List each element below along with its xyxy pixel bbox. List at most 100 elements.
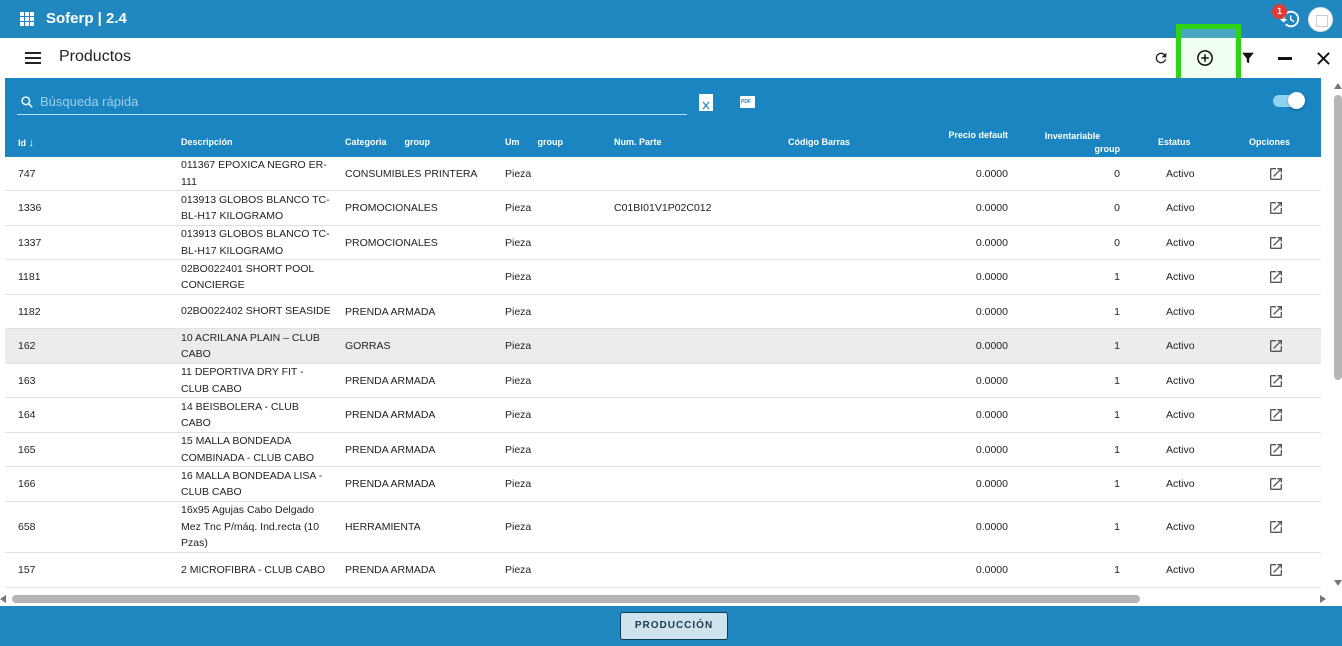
scroll-down-arrow-icon[interactable] bbox=[1334, 580, 1342, 586]
cell-descripcion: 013913 GLOBOS BLANCO TC-BL-H17 KILOGRAMO bbox=[181, 193, 330, 223]
cell-id: 162 bbox=[18, 340, 36, 352]
cell-categoria: CONSUMIBLES PRINTERA bbox=[345, 167, 478, 180]
close-icon bbox=[1316, 51, 1330, 65]
pdf-label: PDF bbox=[741, 99, 751, 105]
cell-um: Pieza bbox=[505, 305, 532, 318]
col-header-num-parte[interactable]: Num. Parte bbox=[614, 137, 662, 147]
cell-descripcion: 16x95 Agujas Cabo Delgado Mez Tnc P/máq.… bbox=[181, 504, 320, 550]
table-row[interactable]: 166 16 MALLA BONDEADA LISA - CLUB CABO P… bbox=[5, 467, 1321, 502]
open-in-new-icon[interactable] bbox=[1268, 364, 1284, 397]
cell-estatus: Activo bbox=[1166, 236, 1195, 249]
pdf-export-icon[interactable]: PDF bbox=[740, 96, 755, 108]
view-toggle[interactable] bbox=[1273, 92, 1305, 109]
minimize-button[interactable] bbox=[1272, 45, 1298, 71]
filter-button[interactable] bbox=[1235, 45, 1261, 71]
open-in-new-icon[interactable] bbox=[1268, 502, 1284, 552]
cell-um: Pieza bbox=[505, 409, 532, 421]
cell-inventariable: 0 bbox=[1114, 236, 1120, 249]
open-in-new-icon[interactable] bbox=[1268, 260, 1284, 294]
cell-inventariable: 1 bbox=[1114, 443, 1120, 456]
cell-um: Pieza bbox=[505, 271, 532, 283]
col-header-inventariable-group: group bbox=[1094, 144, 1121, 154]
add-button[interactable] bbox=[1192, 45, 1218, 71]
open-in-new-icon[interactable] bbox=[1268, 295, 1284, 328]
cell-categoria: PRENDA ARMADA bbox=[345, 409, 436, 421]
open-in-new-icon[interactable] bbox=[1268, 226, 1284, 259]
refresh-button[interactable] bbox=[1148, 45, 1174, 71]
open-in-new-icon[interactable] bbox=[1268, 433, 1284, 466]
cell-um: Pieza bbox=[505, 374, 532, 387]
col-header-opciones: Opciones bbox=[1249, 137, 1291, 147]
table-row[interactable]: 1181 02BO022401 SHORT POOL CONCIERGE Pie… bbox=[5, 260, 1321, 295]
table-row[interactable]: 658 16x95 Agujas Cabo Delgado Mez Tnc P/… bbox=[5, 502, 1321, 553]
filter-icon bbox=[1242, 52, 1254, 64]
table-row[interactable]: 165 15 MALLA BONDEADA COMBINADA - CLUB C… bbox=[5, 433, 1321, 467]
cell-um: Pieza bbox=[505, 202, 532, 214]
col-header-codigo-barras[interactable]: Código Barras bbox=[788, 137, 850, 147]
col-header-precio[interactable]: Precio default bbox=[905, 130, 1008, 140]
table-row[interactable]: 162 10 ACRILANA PLAIN – CLUB CABO GORRAS… bbox=[5, 329, 1321, 364]
table-row[interactable]: 1182 02BO022402 SHORT SEASIDE PRENDA ARM… bbox=[5, 295, 1321, 329]
cell-id: 165 bbox=[18, 443, 36, 456]
cell-id: 163 bbox=[18, 374, 36, 387]
cell-id: 747 bbox=[18, 167, 36, 180]
col-header-id-label: Id bbox=[18, 138, 26, 148]
app-title: Soferp | 2.4 bbox=[46, 10, 127, 27]
cell-estatus: Activo bbox=[1166, 167, 1195, 180]
cell-categoria: PRENDA ARMADA bbox=[345, 564, 436, 576]
open-in-new-icon[interactable] bbox=[1268, 467, 1284, 501]
vertical-scrollbar[interactable] bbox=[1334, 95, 1342, 380]
open-in-new-icon[interactable] bbox=[1268, 191, 1284, 225]
cell-precio: 0.0000 bbox=[975, 167, 1008, 180]
cell-estatus: Activo bbox=[1166, 478, 1195, 490]
cell-estatus: Activo bbox=[1166, 305, 1195, 318]
close-button[interactable] bbox=[1310, 45, 1336, 71]
col-header-inventariable[interactable]: Inventariable group bbox=[1025, 130, 1120, 156]
cell-inventariable: 1 bbox=[1114, 271, 1120, 283]
cell-id: 1336 bbox=[18, 202, 42, 214]
apps-grid-icon[interactable] bbox=[20, 12, 34, 26]
cell-id: 164 bbox=[18, 409, 36, 421]
col-header-categoria[interactable]: Categoria group bbox=[345, 137, 430, 147]
col-header-um-label: Um bbox=[505, 137, 520, 147]
cell-inventariable: 1 bbox=[1114, 340, 1120, 352]
hamburger-menu-icon[interactable] bbox=[25, 52, 41, 64]
open-in-new-icon[interactable] bbox=[1268, 329, 1284, 363]
cell-precio: 0.0000 bbox=[975, 478, 1008, 490]
scroll-right-arrow-icon[interactable] bbox=[1320, 595, 1326, 603]
avatar[interactable] bbox=[1308, 7, 1333, 32]
table-row[interactable]: 164 14 BEISBOLERA - CLUB CABO PRENDA ARM… bbox=[5, 398, 1321, 433]
col-header-estatus[interactable]: Estatus bbox=[1158, 137, 1191, 147]
cell-inventariable: 1 bbox=[1114, 409, 1120, 421]
col-header-um[interactable]: Um group bbox=[505, 137, 563, 147]
open-in-new-icon[interactable] bbox=[1268, 398, 1284, 432]
cell-num-parte: C01BI01V1P02C012 bbox=[614, 202, 712, 214]
table-row[interactable]: 747 011367 EPOXICA NEGRO ER-111 CONSUMIB… bbox=[5, 157, 1321, 191]
environment-button[interactable]: PRODUCCIÓN bbox=[620, 612, 728, 640]
cell-precio: 0.0000 bbox=[975, 564, 1008, 576]
horizontal-scrollbar[interactable] bbox=[12, 595, 1140, 603]
cell-um: Pieza bbox=[505, 443, 532, 456]
cell-descripcion: 013913 GLOBOS BLANCO TC-BL-H17 KILOGRAMO bbox=[181, 228, 330, 257]
cell-um: Pieza bbox=[505, 236, 532, 249]
open-in-new-icon[interactable] bbox=[1268, 157, 1284, 190]
cell-categoria: PRENDA ARMADA bbox=[345, 374, 436, 387]
search-icon bbox=[21, 96, 33, 108]
col-header-inventariable-label: Inventariable bbox=[1044, 131, 1101, 141]
table-row[interactable]: 157 2 MICROFIBRA - CLUB CABO PRENDA ARMA… bbox=[5, 553, 1321, 588]
col-header-id[interactable]: Id ↓ bbox=[18, 137, 34, 149]
col-header-descripcion[interactable]: Descripción bbox=[181, 137, 233, 147]
cell-inventariable: 1 bbox=[1114, 305, 1120, 318]
table-row[interactable]: 1336 013913 GLOBOS BLANCO TC-BL-H17 KILO… bbox=[5, 191, 1321, 226]
scroll-left-arrow-icon[interactable] bbox=[0, 595, 6, 603]
table-row[interactable]: 163 11 DEPORTIVA DRY FIT - CLUB CABO PRE… bbox=[5, 364, 1321, 398]
cell-id: 166 bbox=[18, 478, 36, 490]
search-input[interactable]: Búsqueda rápida bbox=[40, 94, 138, 109]
open-in-new-icon[interactable] bbox=[1268, 553, 1284, 587]
excel-export-icon[interactable] bbox=[699, 94, 713, 111]
cell-um: Pieza bbox=[505, 521, 532, 533]
notification-badge[interactable]: 1 bbox=[1272, 4, 1287, 19]
scroll-up-arrow-icon[interactable] bbox=[1334, 83, 1342, 89]
table-row[interactable]: 1337 013913 GLOBOS BLANCO TC-BL-H17 KILO… bbox=[5, 226, 1321, 260]
cell-precio: 0.0000 bbox=[975, 443, 1008, 456]
